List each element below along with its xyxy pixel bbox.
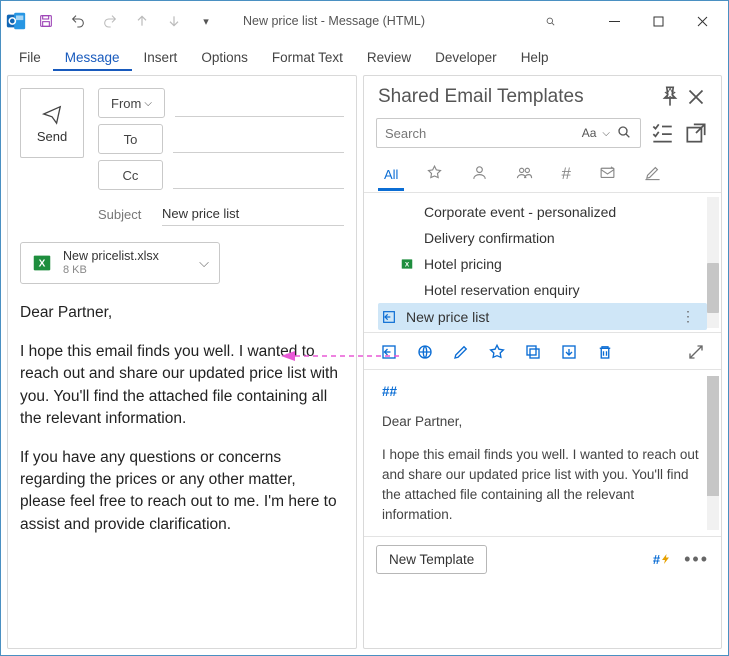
scrollbar-thumb[interactable] — [707, 376, 719, 496]
copy-icon[interactable] — [524, 343, 542, 361]
template-preview: ## Dear Partner, I hope this email finds… — [364, 370, 721, 536]
templates-panel: Shared Email Templates Search Aa ⌵ — [363, 75, 722, 649]
checklist-icon[interactable] — [649, 120, 675, 146]
search-placeholder: Search — [385, 126, 582, 141]
subject-input[interactable]: New price list — [162, 202, 344, 226]
search-input[interactable]: Search Aa ⌵ — [376, 118, 641, 148]
menu-developer[interactable]: Developer — [423, 44, 509, 71]
kebab-icon[interactable]: ⋮ — [681, 308, 699, 325]
menu-help[interactable]: Help — [509, 44, 561, 71]
menubar: File Message Insert Options Format Text … — [1, 41, 728, 73]
chevron-down-icon: ⌵ — [144, 98, 152, 109]
menu-format-text[interactable]: Format Text — [260, 44, 355, 71]
pin-icon[interactable] — [657, 84, 683, 110]
body-para-2: If you have any questions or concerns re… — [20, 447, 344, 537]
template-item-selected[interactable]: New price list ⋮ — [378, 303, 707, 330]
save-icon[interactable] — [33, 8, 59, 34]
close-panel-icon[interactable] — [683, 84, 709, 110]
titlebar: ▾ New price list - Message (HTML) — [1, 1, 728, 41]
insert-icon — [380, 309, 398, 325]
insert-template-icon[interactable] — [380, 343, 398, 361]
undo-icon[interactable] — [65, 8, 91, 34]
template-list: Corporate event - personalized Delivery … — [364, 193, 721, 332]
chevron-down-icon[interactable]: ⌵ — [602, 128, 610, 139]
search-icon[interactable] — [528, 6, 572, 36]
menu-message[interactable]: Message — [53, 44, 132, 71]
font-size-label: Aa — [582, 126, 597, 140]
preview-body: I hope this email finds you well. I want… — [382, 445, 703, 526]
send-button[interactable]: Send — [20, 88, 84, 158]
body-greeting: Dear Partner, — [20, 302, 344, 324]
expand-icon[interactable] — [687, 343, 705, 361]
template-item[interactable]: X Hotel pricing — [378, 251, 707, 277]
menu-file[interactable]: File — [7, 44, 53, 71]
from-button[interactable]: From ⌵ — [98, 88, 165, 118]
popout-icon[interactable] — [683, 120, 709, 146]
template-actions — [364, 332, 721, 370]
to-field[interactable] — [173, 125, 344, 153]
compose-pane: Send From ⌵ To Cc — [7, 75, 357, 649]
subject-label: Subject — [98, 207, 150, 222]
panel-tabs: All # — [364, 154, 721, 193]
from-field[interactable] — [175, 89, 344, 117]
cc-field[interactable] — [173, 161, 344, 189]
prev-icon[interactable] — [129, 8, 155, 34]
tab-tags[interactable]: # — [557, 158, 574, 192]
excel-icon: X — [398, 257, 416, 271]
star-icon[interactable] — [488, 343, 506, 361]
hash-bolt-icon[interactable]: # — [653, 552, 672, 567]
maximize-button[interactable] — [636, 6, 680, 36]
close-button[interactable] — [680, 6, 724, 36]
tab-edit[interactable] — [640, 158, 665, 192]
edit-icon[interactable] — [452, 343, 470, 361]
preview-tag: ## — [382, 382, 703, 402]
new-template-button[interactable]: New Template — [376, 545, 487, 574]
attachment-size: 8 KB — [63, 264, 189, 277]
template-item[interactable]: Delivery confirmation — [378, 225, 707, 251]
outlook-icon — [5, 10, 27, 32]
search-icon[interactable] — [616, 124, 632, 143]
menu-options[interactable]: Options — [189, 44, 260, 71]
link-icon[interactable] — [416, 343, 434, 361]
chevron-down-icon[interactable]: ⌵ — [199, 255, 209, 271]
send-label: Send — [37, 129, 67, 144]
panel-title: Shared Email Templates — [378, 86, 657, 108]
tab-person[interactable] — [467, 158, 492, 192]
delete-icon[interactable] — [596, 343, 614, 361]
to-button[interactable]: To — [98, 124, 163, 154]
menu-insert[interactable]: Insert — [132, 44, 190, 71]
window-title: New price list - Message (HTML) — [219, 14, 528, 28]
tab-team[interactable] — [512, 158, 537, 192]
scrollbar-thumb[interactable] — [707, 263, 719, 313]
qat-overflow-icon[interactable]: ▾ — [193, 8, 219, 34]
next-icon[interactable] — [161, 8, 187, 34]
tab-favorites[interactable] — [422, 158, 447, 192]
minimize-button[interactable] — [592, 6, 636, 36]
excel-icon: X — [31, 252, 53, 274]
panel-footer: New Template # ••• — [364, 536, 721, 582]
redo-icon[interactable] — [97, 8, 123, 34]
attachment-chip[interactable]: X New pricelist.xlsx 8 KB ⌵ — [20, 242, 220, 284]
message-body[interactable]: Dear Partner, I hope this email finds yo… — [20, 302, 344, 552]
tab-all[interactable]: All — [380, 161, 402, 190]
template-item[interactable]: Corporate event - personalized — [378, 199, 707, 225]
export-icon[interactable] — [560, 343, 578, 361]
cc-button[interactable]: Cc — [98, 160, 163, 190]
attachment-name: New pricelist.xlsx — [63, 249, 189, 264]
body-para-1: I hope this email finds you well. I want… — [20, 341, 344, 431]
template-item[interactable]: Hotel reservation enquiry — [378, 277, 707, 303]
svg-text:X: X — [39, 259, 46, 270]
svg-text:X: X — [405, 261, 410, 268]
preview-greeting: Dear Partner, — [382, 412, 703, 432]
tab-mail[interactable] — [595, 158, 620, 192]
menu-review[interactable]: Review — [355, 44, 423, 71]
more-icon[interactable]: ••• — [684, 555, 709, 563]
